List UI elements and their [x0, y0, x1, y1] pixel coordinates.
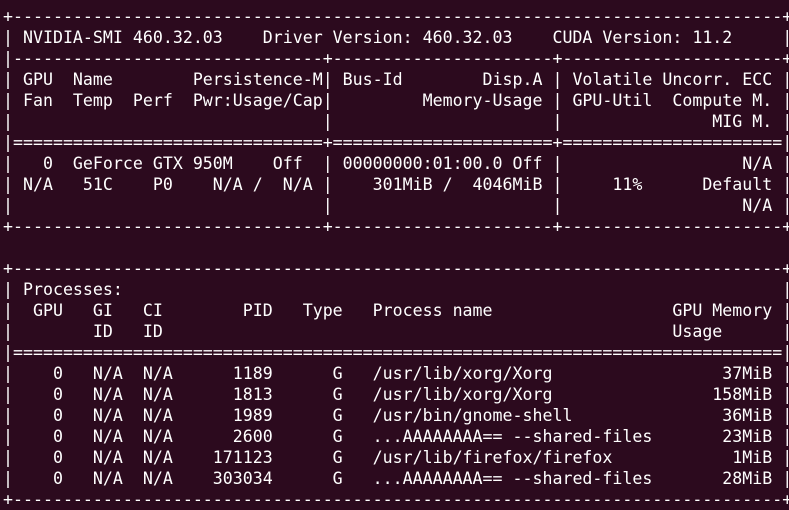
output-line: | N/A 51C P0 N/A / N/A | 301MiB / 4046Mi… — [3, 175, 789, 194]
output-line: | 0 N/A N/A 1189 G /usr/lib/xorg/Xorg 37… — [3, 364, 789, 383]
output-line: | 0 N/A N/A 2600 G ...AAAAAAAA== --share… — [3, 427, 789, 446]
output-line: | 0 N/A N/A 1813 G /usr/lib/xorg/Xorg 15… — [3, 385, 789, 404]
output-line: | 0 GeForce GTX 950M Off | 00000000:01:0… — [3, 154, 789, 173]
output-line: +---------------------------------------… — [3, 490, 789, 509]
output-line: | Processes: | — [3, 280, 789, 299]
output-line: | GPU GI CI PID Type Process name GPU Me… — [3, 301, 789, 320]
output-line: | 0 N/A N/A 171123 G /usr/lib/firefox/fi… — [3, 448, 789, 467]
output-line: | | | MIG M. | — [3, 112, 789, 131]
output-line: | Fan Temp Perf Pwr:Usage/Cap| Memory-Us… — [3, 91, 789, 110]
output-line: | 0 N/A N/A 1989 G /usr/bin/gnome-shell … — [3, 406, 789, 425]
output-line: |-------------------------------+-------… — [3, 49, 789, 68]
output-line: +-------------------------------+-------… — [3, 217, 789, 236]
output-line: |=======================================… — [3, 343, 789, 362]
output-line: | 0 N/A N/A 303034 G ...AAAAAAAA== --sha… — [3, 469, 789, 488]
terminal-window[interactable]: +---------------------------------------… — [0, 0, 789, 509]
output-line: |===============================+=======… — [3, 133, 789, 152]
output-line: | GPU Name Persistence-M| Bus-Id Disp.A … — [3, 70, 789, 89]
output-line: | | | N/A | — [3, 196, 789, 215]
output-line: +---------------------------------------… — [3, 259, 789, 278]
output-line: | ID ID Usage | — [3, 322, 789, 341]
output-line: +---------------------------------------… — [3, 7, 789, 26]
output-line: | NVIDIA-SMI 460.32.03 Driver Version: 4… — [3, 28, 789, 47]
